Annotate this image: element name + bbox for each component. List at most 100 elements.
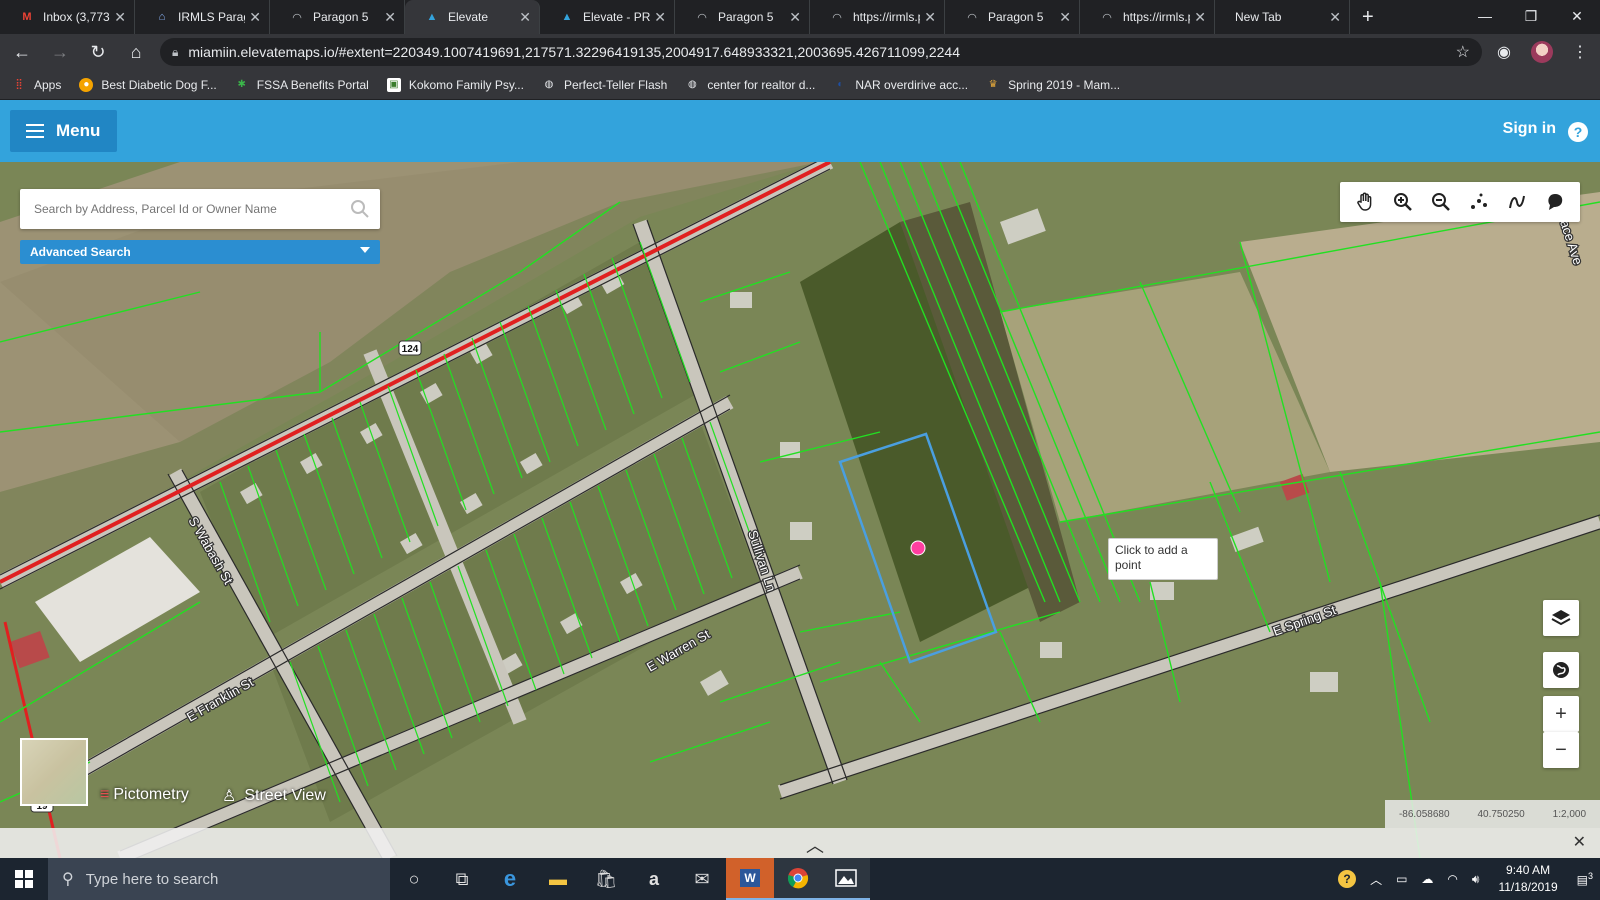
measure-points-icon[interactable]: [1463, 186, 1495, 218]
chevron-down-icon: [360, 247, 370, 253]
bookmark-apps[interactable]: ⣿ Apps: [12, 78, 61, 92]
chrome-icon[interactable]: [774, 858, 822, 900]
bookmark-label: Kokomo Family Psy...: [408, 77, 524, 92]
browser-tab-active[interactable]: ▲ Elevate ✕: [405, 0, 540, 34]
nar-icon: ◐: [837, 79, 844, 90]
file-explorer-icon[interactable]: ▬: [534, 858, 582, 900]
onedrive-icon[interactable]: ☁: [1421, 872, 1433, 886]
close-tab-icon[interactable]: ✕: [1194, 9, 1206, 26]
home-button[interactable]: ⌂: [120, 36, 152, 68]
omnibox[interactable]: 🔒︎ miamiin.elevatemaps.io/#extent=220349…: [160, 38, 1482, 66]
forward-button[interactable]: →: [44, 36, 76, 68]
longitude: -86.058680: [1398, 808, 1450, 820]
close-tab-icon[interactable]: ✕: [789, 9, 801, 26]
browser-tab[interactable]: New Tab ✕: [1215, 0, 1350, 34]
close-icon[interactable]: ✕: [1573, 832, 1586, 852]
browser-tab[interactable]: ◠ Paragon 5 ✕: [675, 0, 810, 34]
close-tab-icon[interactable]: ✕: [249, 9, 261, 26]
close-tab-icon[interactable]: ✕: [924, 9, 936, 26]
layers-button[interactable]: [1543, 600, 1579, 636]
close-tab-icon[interactable]: ✕: [519, 9, 531, 26]
close-tab-icon[interactable]: ✕: [1059, 9, 1071, 26]
help-icon[interactable]: ?: [1568, 122, 1588, 142]
edge-icon[interactable]: e: [486, 858, 534, 900]
close-window-icon[interactable]: ✕: [1554, 0, 1600, 32]
close-tab-icon[interactable]: ✕: [1329, 9, 1341, 26]
browser-menu-icon[interactable]: ⋮: [1564, 36, 1596, 68]
zoom-in-icon[interactable]: [1387, 186, 1419, 218]
word-icon[interactable]: W: [726, 858, 774, 900]
browser-tab[interactable]: M Inbox (3,773) ✕: [0, 0, 135, 34]
bookmark-item[interactable]: ◍ Perfect-Teller Flash: [542, 78, 668, 92]
show-hidden-icons[interactable]: ︿: [1370, 871, 1382, 888]
close-tab-icon[interactable]: ✕: [114, 9, 126, 26]
browser-tab[interactable]: ▲ Elevate - PRC ✕: [540, 0, 675, 34]
menu-button[interactable]: Menu: [10, 110, 117, 152]
bookmark-item[interactable]: ♛ Spring 2019 - Mam...: [986, 78, 1121, 92]
search-input[interactable]: [34, 202, 340, 216]
bookmark-item[interactable]: ▣ Kokomo Family Psy...: [386, 77, 524, 92]
browser-tab[interactable]: ⌂ IRMLS Parago ✕: [135, 0, 270, 34]
advanced-search-dropdown[interactable]: Advanced Search: [20, 240, 380, 264]
pictometry-button[interactable]: ≡ Pictometry: [100, 786, 189, 804]
photos-icon[interactable]: [822, 858, 870, 900]
basemap-thumbnail[interactable]: [20, 738, 88, 806]
lock-icon[interactable]: 🔒︎: [172, 45, 178, 60]
store-icon[interactable]: 🛍︎: [582, 858, 630, 900]
zoom-out-icon[interactable]: [1425, 186, 1457, 218]
help-tray-icon[interactable]: ?: [1338, 870, 1357, 888]
amazon-icon[interactable]: a: [630, 858, 678, 900]
taskbar-search[interactable]: ⚲ Type here to search: [48, 858, 390, 900]
draw-polygon-icon[interactable]: [1539, 186, 1571, 218]
browser-tab[interactable]: ◠ https://irmls.p ✕: [1080, 0, 1215, 34]
restore-icon[interactable]: ❐: [1508, 0, 1554, 32]
close-tab-icon[interactable]: ✕: [654, 9, 666, 26]
mail-icon[interactable]: ✉: [678, 858, 726, 900]
map-point-marker[interactable]: [910, 540, 926, 556]
tab-title: Inbox (3,773): [43, 10, 111, 24]
bookmark-item[interactable]: ✱ FSSA Benefits Portal: [235, 78, 369, 92]
new-tab-button[interactable]: +: [1350, 0, 1386, 34]
back-button[interactable]: ←: [6, 36, 38, 68]
notifications-icon[interactable]: ▤3: [1577, 871, 1593, 887]
zoom-out-button[interactable]: −: [1543, 732, 1579, 768]
draw-line-icon[interactable]: [1501, 186, 1533, 218]
map-canvas[interactable]: 124 19 S Wabash St Sullivan Ln E Frankli…: [0, 162, 1600, 858]
browser-tab[interactable]: ◠ Paragon 5 ✕: [945, 0, 1080, 34]
browser-tab-strip: M Inbox (3,773) ✕ ⌂ IRMLS Parago ✕ ◠ Par…: [0, 0, 1600, 34]
bookmark-label: center for realtor d...: [707, 77, 816, 92]
bookmark-item[interactable]: ◍ center for realtor d...: [685, 78, 815, 92]
browser-tab[interactable]: ◠ Paragon 5 ✕: [270, 0, 405, 34]
basemap-button[interactable]: [1543, 652, 1579, 688]
wifi-icon[interactable]: ◠: [1447, 872, 1457, 886]
address-toolbar: ← → ↻ ⌂ 🔒︎ miamiin.elevatemaps.io/#exten…: [0, 34, 1600, 70]
reload-button[interactable]: ↻: [82, 36, 114, 68]
cortana-icon[interactable]: ○: [390, 858, 438, 900]
start-button[interactable]: [0, 858, 48, 900]
aerial-map[interactable]: 124 19 S Wabash St Sullivan Ln E Frankli…: [0, 162, 1600, 858]
bookmark-star-icon[interactable]: ☆: [1456, 42, 1470, 62]
sign-in-link[interactable]: Sign in: [1503, 120, 1556, 138]
browser-tab[interactable]: ◠ https://irmls.p ✕: [810, 0, 945, 34]
map-tooltip: Click to add a point: [1108, 538, 1218, 580]
battery-icon[interactable]: ▭: [1396, 872, 1407, 886]
clock[interactable]: 9:40 AM 11/18/2019: [1498, 862, 1557, 896]
bottom-panel: ︿ ✕: [0, 828, 1600, 858]
street-view-button[interactable]: ♙ Street View: [222, 786, 326, 806]
bookmark-item[interactable]: ● Best Diabetic Dog F...: [79, 77, 217, 92]
task-view-icon[interactable]: ⧉: [438, 858, 486, 900]
close-tab-icon[interactable]: ✕: [384, 9, 396, 26]
profile-button[interactable]: [1526, 36, 1558, 68]
chevron-up-icon[interactable]: ︿: [806, 832, 824, 858]
app-header: Menu Sign in ?: [0, 100, 1600, 162]
volume-icon[interactable]: 🔊︎: [1472, 872, 1480, 887]
minimize-icon[interactable]: —: [1462, 0, 1508, 32]
pan-hand-icon[interactable]: [1349, 186, 1381, 218]
zoom-in-button[interactable]: +: [1543, 696, 1579, 732]
extension-icon[interactable]: ◉: [1488, 36, 1520, 68]
taskbar-search-placeholder: Type here to search: [85, 870, 219, 888]
url-text[interactable]: miamiin.elevatemaps.io/#extent=220349.10…: [188, 44, 1455, 60]
bookmark-item[interactable]: ◐ NAR overdirive acc...: [833, 78, 968, 92]
search-icon[interactable]: [340, 189, 380, 229]
gmail-icon: M: [22, 11, 32, 23]
